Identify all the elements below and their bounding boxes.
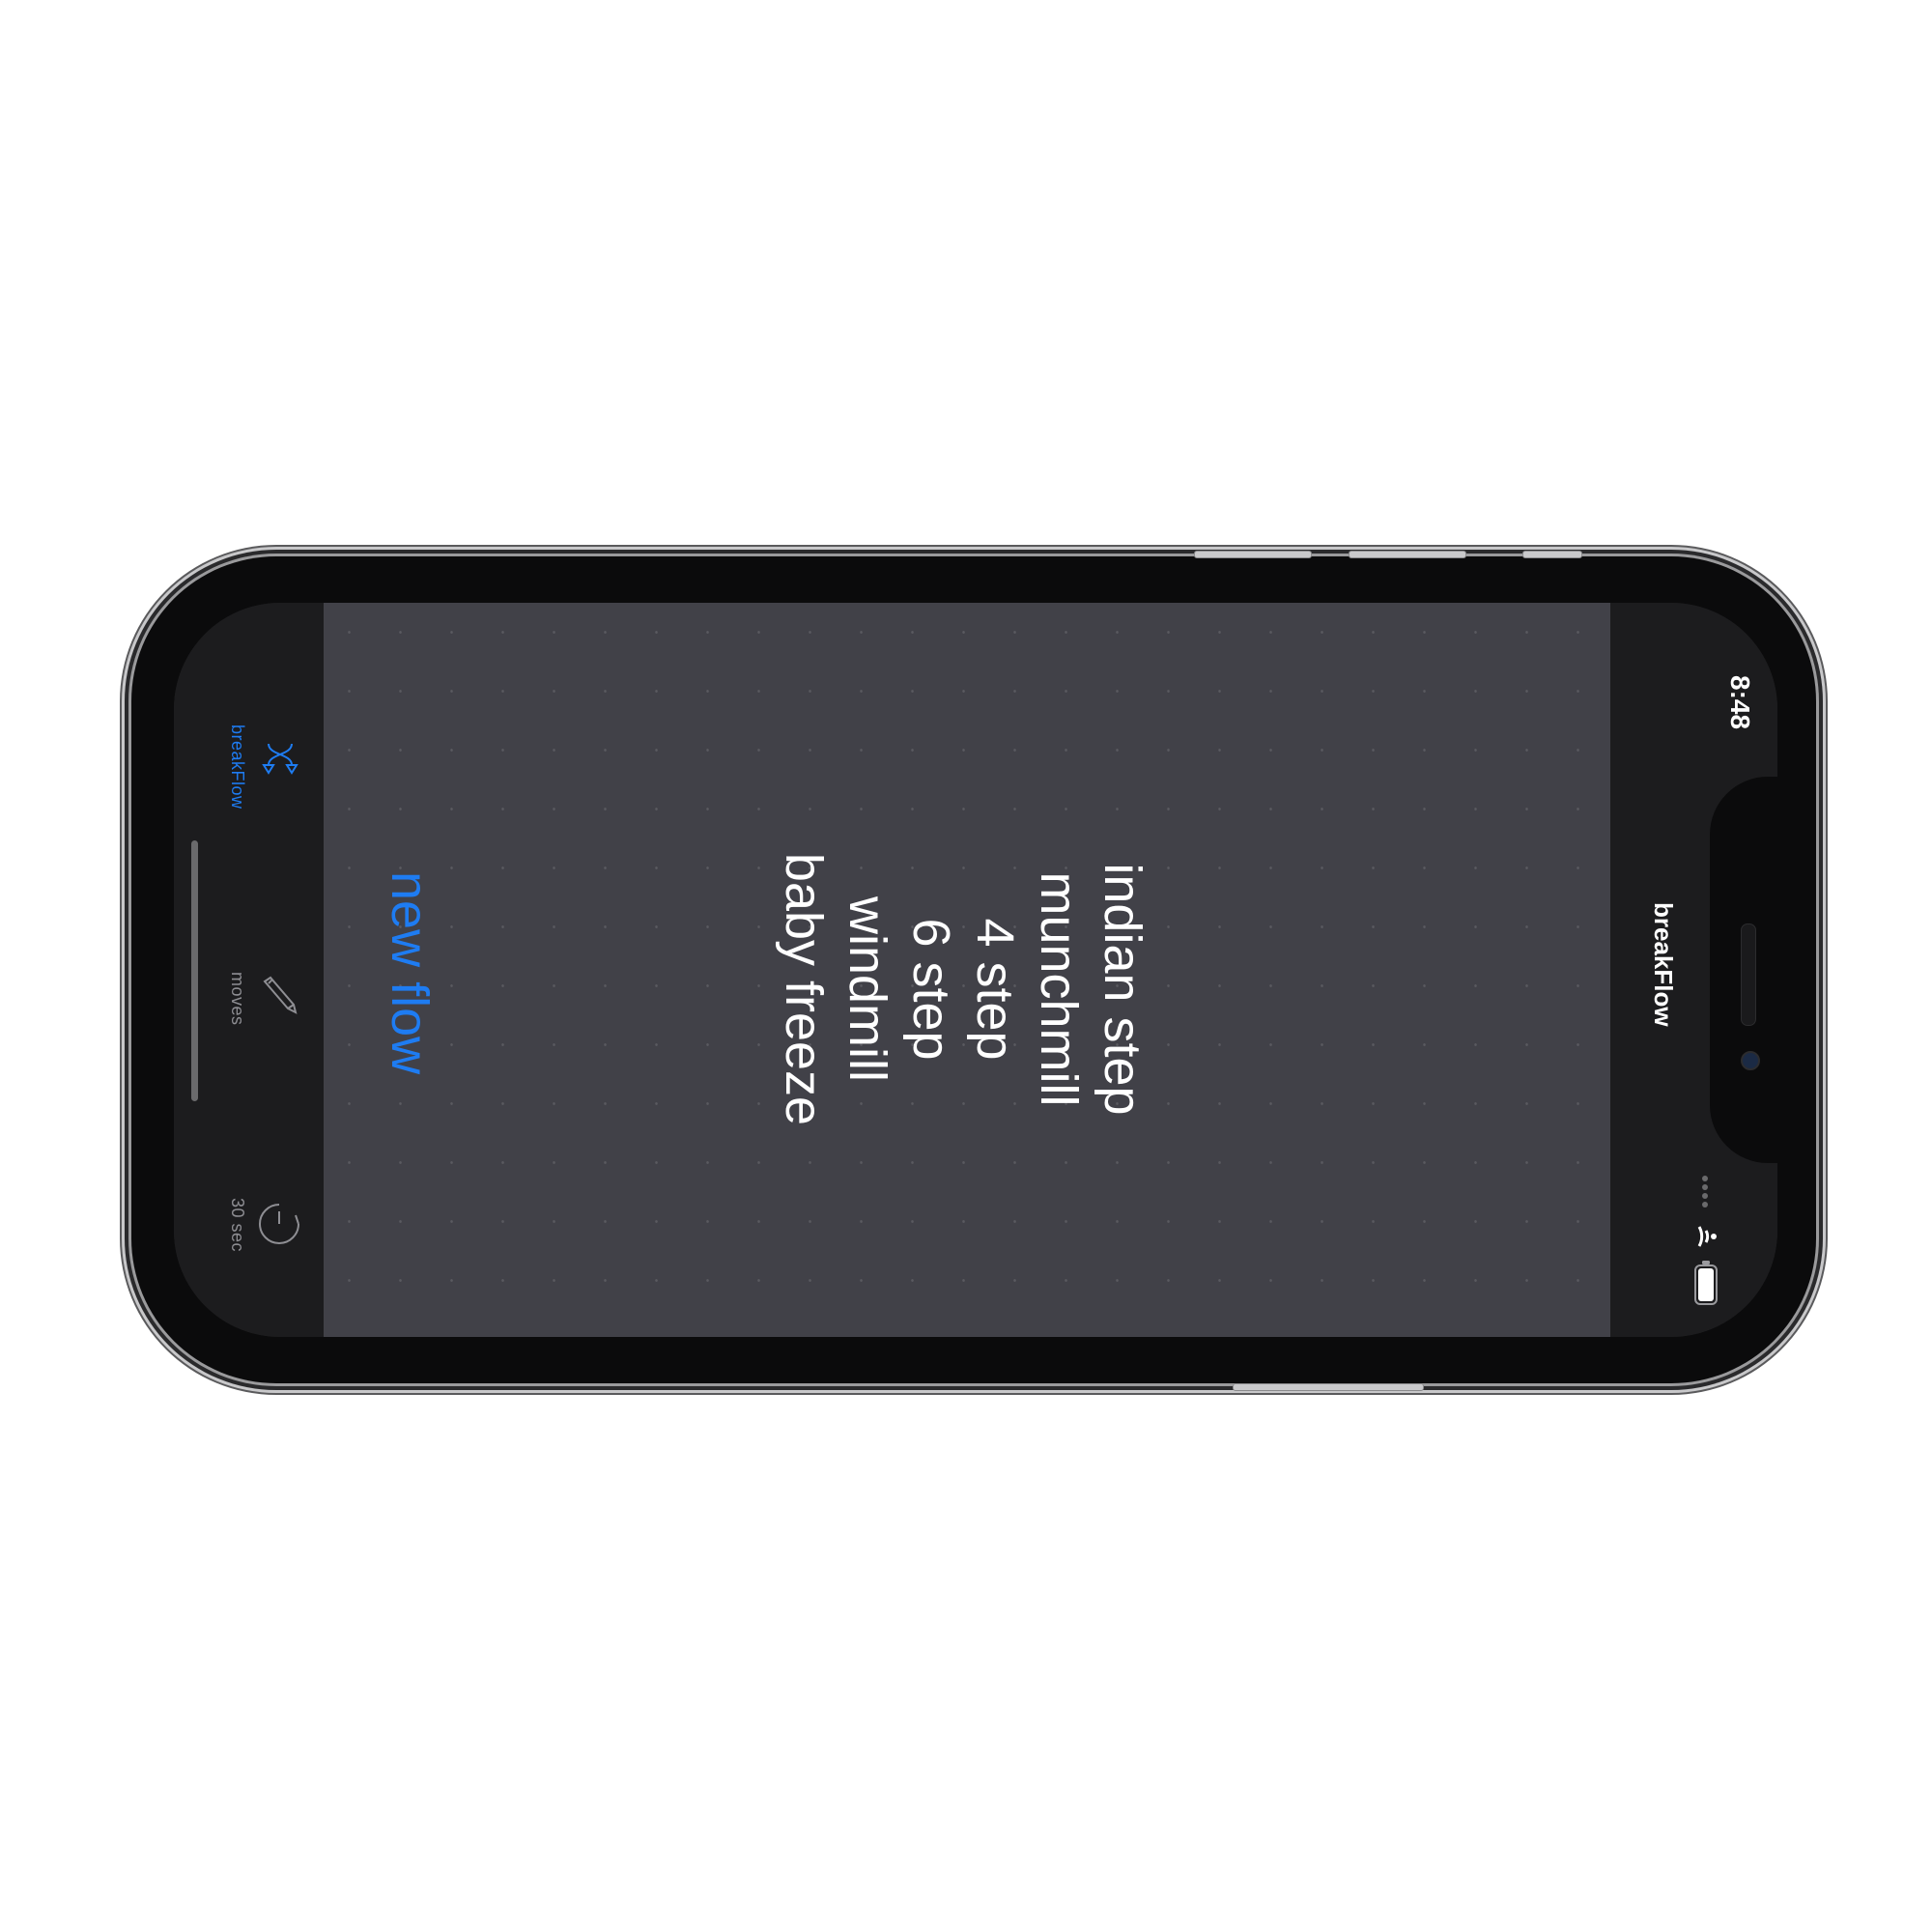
shuffle-icon: [262, 743, 298, 775]
volume-button: [1194, 551, 1312, 558]
mute-switch: [1522, 551, 1582, 558]
screen: breakFlow moves 30 sec new flow indian s…: [174, 603, 1777, 1337]
moves-list-rotator: indian step munchmill 4 step 6 step wind…: [772, 844, 1154, 1134]
pencil-icon: [263, 976, 298, 1014]
move-item: 4 step: [966, 918, 1024, 1061]
tab-label: 30 sec: [228, 1198, 247, 1253]
tab-label: breakFlow: [228, 724, 247, 810]
move-item: indian step: [1094, 863, 1151, 1116]
home-indicator: [191, 840, 198, 1101]
battery-icon: [1694, 1261, 1718, 1305]
move-item: 6 step: [902, 918, 960, 1061]
main-content: new flow indian step munchmill 4 step 6 …: [324, 603, 1610, 1337]
new-flow-button[interactable]: new flow: [380, 871, 440, 1074]
move-item: windmill: [838, 895, 896, 1083]
tab-30-sec[interactable]: 30 sec: [174, 1105, 324, 1298]
tab-breakflow[interactable]: breakFlow: [174, 641, 324, 835]
timer-icon: [259, 1204, 299, 1244]
nav-title: breakFlow: [1649, 902, 1678, 1027]
status-time: 8:48: [1725, 675, 1755, 730]
signal-dots-icon: [1702, 1176, 1708, 1208]
wifi-icon: [1697, 1226, 1717, 1247]
move-item: munchmill: [1030, 871, 1088, 1107]
volume-button: [1349, 551, 1466, 558]
side-button: [1233, 1383, 1424, 1391]
tab-label: moves: [228, 972, 247, 1026]
move-item: baby freeze: [775, 852, 833, 1126]
speaker-grille: [1741, 923, 1756, 1026]
front-camera: [1741, 1051, 1760, 1070]
